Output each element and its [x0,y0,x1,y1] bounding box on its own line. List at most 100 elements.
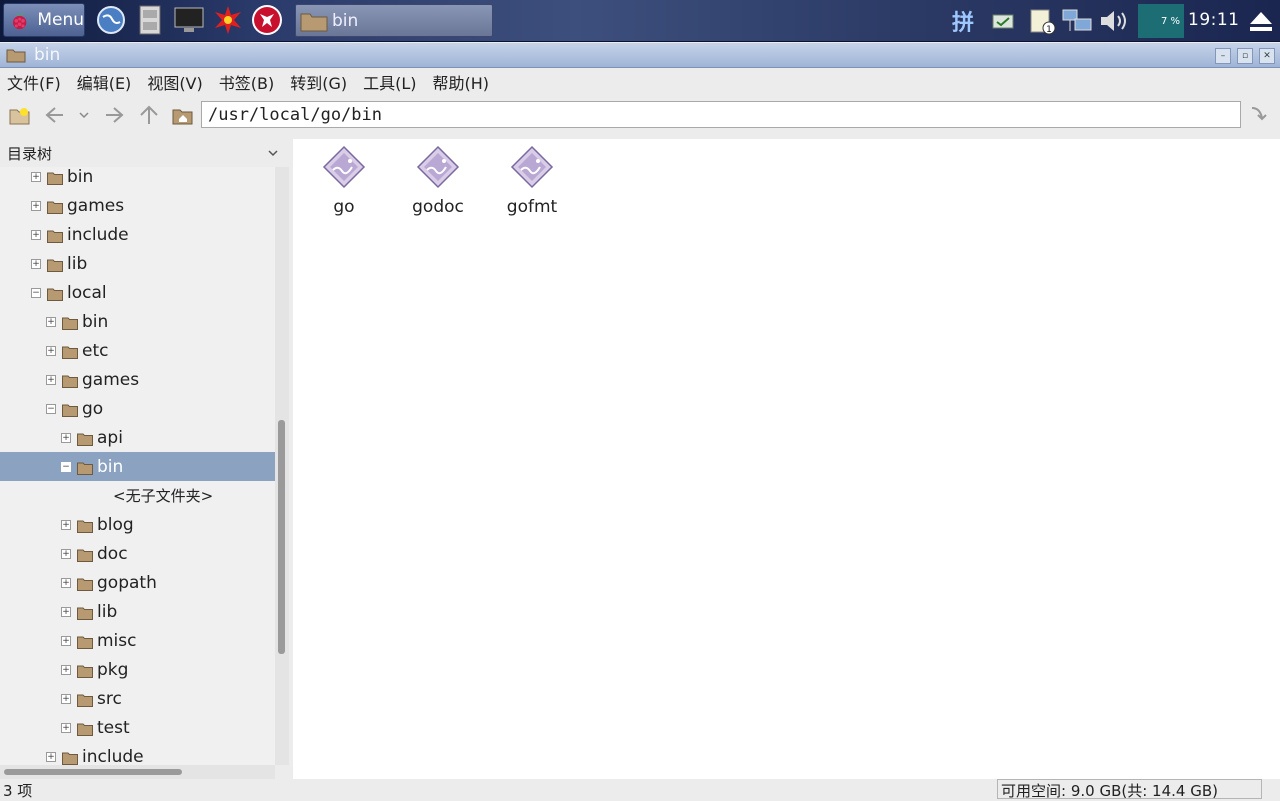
file-cabinet-icon[interactable] [134,4,166,36]
collapse-icon[interactable]: − [31,288,41,298]
tree-item[interactable]: + include [0,220,275,249]
location-input[interactable]: /usr/local/go/bin [201,101,1241,128]
tree-item-label: lib [67,253,88,274]
menu-edit[interactable]: 编辑(E) [77,70,132,94]
expand-icon[interactable]: + [61,665,71,675]
menu-bookmarks[interactable]: 书签(B) [219,70,274,94]
collapse-icon[interactable]: − [61,462,71,472]
expand-icon[interactable]: + [46,346,56,356]
tree-item[interactable]: + bin [0,167,275,191]
back-icon[interactable] [43,104,65,126]
folder-icon [47,170,63,185]
input-method-icon[interactable]: 拼 [948,6,978,36]
tree-item[interactable]: + src [0,684,275,713]
folder-icon [62,750,78,765]
folder-icon [77,518,93,533]
tree-item[interactable]: + doc [0,539,275,568]
menu-view[interactable]: 视图(V) [147,70,202,94]
expand-icon[interactable]: + [61,433,71,443]
wolfram-icon[interactable] [251,4,283,36]
tree-item[interactable]: + games [0,365,275,394]
status-bar: 3 项 可用空间: 9.0 GB(共: 14.4 GB) [0,779,1280,800]
scrollbar-thumb[interactable] [278,420,285,654]
collapse-icon[interactable]: − [46,404,56,414]
tree-item[interactable]: + bin [0,307,275,336]
expand-icon[interactable]: + [61,723,71,733]
expand-icon[interactable]: + [31,201,41,211]
directory-tree[interactable]: + bin + games + include + lib − local + bin + etc + gam… [0,167,275,765]
folder-icon [77,634,93,649]
tree-item-label: include [67,224,129,245]
scrollbar-thumb[interactable] [4,769,182,775]
updates-icon[interactable]: 1 [1028,6,1058,36]
tree-item[interactable]: + blog [0,510,275,539]
expand-icon[interactable]: + [61,607,71,617]
tree-item-label: local [67,282,107,303]
tree-item[interactable]: + games [0,191,275,220]
sidebar-mode-selector[interactable]: 目录树 [0,139,287,167]
expand-icon[interactable]: + [31,172,41,182]
file-item[interactable]: go [299,145,389,217]
tree-item[interactable]: + pkg [0,655,275,684]
menu-go[interactable]: 转到(G) [290,70,347,94]
new-tab-icon[interactable] [9,104,31,126]
expand-icon[interactable]: + [61,520,71,530]
menu-help[interactable]: 帮助(H) [433,70,490,94]
expand-icon[interactable]: + [46,375,56,385]
tree-item[interactable]: − bin [0,452,275,481]
tree-item[interactable]: + etc [0,336,275,365]
start-menu-button[interactable]: Menu [3,3,85,37]
window-titlebar[interactable]: bin – ▫ ✕ [0,43,1280,68]
expand-icon[interactable]: + [46,752,56,762]
maximize-button[interactable]: ▫ [1237,48,1253,64]
tree-item[interactable]: − local [0,278,275,307]
eject-icon[interactable] [1246,6,1276,36]
tree-item[interactable]: + gopath [0,568,275,597]
web-browser-icon[interactable] [95,4,127,36]
clock[interactable]: 19:11 [1188,10,1240,30]
forward-icon[interactable] [104,104,126,126]
tree-item[interactable]: + lib [0,597,275,626]
expand-icon[interactable]: + [61,636,71,646]
folder-icon [47,286,63,301]
expand-icon[interactable]: + [31,259,41,269]
expand-icon[interactable]: + [61,578,71,588]
clipboard-icon[interactable] [990,6,1016,36]
go-icon[interactable] [1248,104,1270,126]
tree-horizontal-scrollbar[interactable] [0,765,275,779]
close-button[interactable]: ✕ [1259,48,1275,64]
tree-vertical-scrollbar[interactable] [275,167,289,765]
tree-item[interactable]: + misc [0,626,275,655]
executable-icon [322,145,366,193]
tree-item[interactable]: + test [0,713,275,742]
tree-item[interactable]: + api [0,423,275,452]
file-item[interactable]: godoc [393,145,483,217]
folder-icon [47,199,63,214]
folder-icon [77,547,93,562]
cpu-monitor[interactable]: 7 % [1138,4,1184,38]
terminal-icon[interactable] [173,4,205,36]
tree-item-label: misc [97,630,137,651]
network-icon[interactable] [1061,6,1093,36]
tree-item[interactable]: + include [0,742,275,765]
tree-item[interactable]: <无子文件夹> [0,481,275,510]
up-icon[interactable] [138,104,160,126]
burst-app-icon[interactable] [212,4,244,36]
task-button-bin[interactable]: bin [295,4,493,37]
minimize-button[interactable]: – [1215,48,1231,64]
expand-icon[interactable]: + [61,694,71,704]
file-item[interactable]: gofmt [487,145,577,217]
menu-tools[interactable]: 工具(L) [363,70,416,94]
tree-item-label: bin [82,311,109,332]
file-view[interactable]: go godoc gofmt [293,139,1280,779]
expand-icon[interactable]: + [31,230,41,240]
folder-icon [62,402,78,417]
volume-icon[interactable] [1098,6,1132,36]
expand-icon[interactable]: + [46,317,56,327]
expand-icon[interactable]: + [61,549,71,559]
menu-file[interactable]: 文件(F) [7,70,61,94]
home-icon[interactable] [172,104,194,126]
tree-item[interactable]: − go [0,394,275,423]
history-dropdown-icon[interactable] [74,104,94,126]
tree-item[interactable]: + lib [0,249,275,278]
